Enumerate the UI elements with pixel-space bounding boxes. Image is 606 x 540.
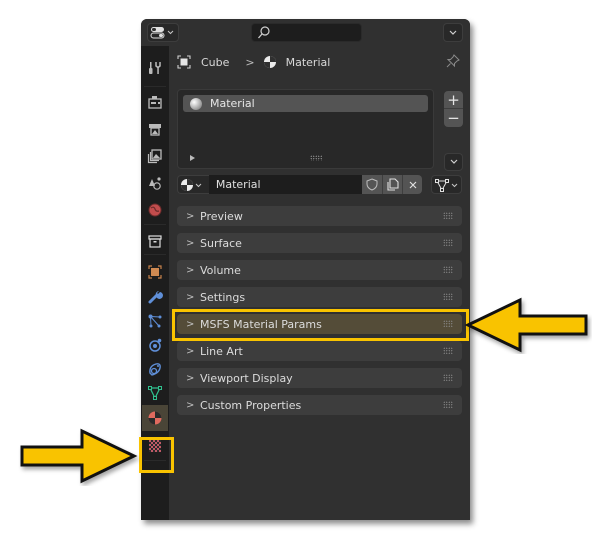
chevron-right-icon: > xyxy=(186,399,195,411)
properties-editor: Cube > Material Material + − Material > … xyxy=(141,19,470,520)
breadcrumb-separator: > xyxy=(245,55,255,69)
unlink-material-button[interactable] xyxy=(402,175,423,194)
view-layer-icon xyxy=(147,149,162,164)
panel-label: Volume xyxy=(200,263,241,277)
chevron-right-icon: > xyxy=(186,237,195,249)
panel-label: Line Art xyxy=(200,344,243,358)
tab-modifiers[interactable] xyxy=(141,285,169,309)
output-icon xyxy=(149,124,161,136)
chevron-right-icon: > xyxy=(186,372,195,384)
tab-render[interactable] xyxy=(141,90,169,114)
chevron-right-icon: > xyxy=(186,345,195,357)
drag-grip[interactable] xyxy=(443,266,453,273)
panel-custom-properties[interactable]: > Custom Properties xyxy=(177,395,462,415)
breadcrumb-object: Cube xyxy=(201,55,230,69)
tab-physics[interactable] xyxy=(141,333,169,357)
options-button[interactable] xyxy=(443,23,463,42)
material-sphere-icon xyxy=(190,97,202,110)
expand-triangle-icon[interactable] xyxy=(189,154,197,162)
panel-volume[interactable]: > Volume xyxy=(177,260,462,280)
tab-particles[interactable] xyxy=(141,309,169,333)
breadcrumb: Cube > Material xyxy=(177,52,338,72)
tab-collection[interactable] xyxy=(141,229,169,253)
annotation-arrow-left xyxy=(464,297,588,353)
tab-output[interactable] xyxy=(141,117,169,141)
link-mode-dropdown[interactable] xyxy=(431,175,462,194)
drag-grip[interactable] xyxy=(443,239,453,246)
chevron-right-icon: > xyxy=(186,210,195,222)
panel-preview[interactable]: > Preview xyxy=(177,206,462,226)
drag-grip[interactable] xyxy=(443,347,453,354)
world-icon xyxy=(148,203,162,217)
panel-line-art[interactable]: > Line Art xyxy=(177,341,462,361)
tab-view-layer[interactable] xyxy=(141,144,169,168)
highlight-material-tab xyxy=(139,437,174,473)
editor-type-button[interactable] xyxy=(147,23,179,42)
object-icon xyxy=(148,265,162,279)
material-slot-item[interactable]: Material xyxy=(183,95,428,112)
tab-constraints[interactable] xyxy=(141,357,169,381)
panel-settings[interactable]: > Settings xyxy=(177,287,462,307)
search-input[interactable] xyxy=(251,23,362,42)
new-material-button[interactable] xyxy=(382,175,403,194)
mesh-data-icon xyxy=(434,178,457,192)
properties-editor-icon xyxy=(150,27,174,39)
chevron-down-icon xyxy=(450,159,457,164)
object-icon xyxy=(177,55,191,69)
panel-surface[interactable]: > Surface xyxy=(177,233,462,253)
tab-world[interactable] xyxy=(141,198,169,222)
tab-material[interactable] xyxy=(142,405,168,431)
material-selector: Material xyxy=(177,175,423,194)
material-icon xyxy=(263,56,276,68)
panel-label: Surface xyxy=(200,236,242,250)
wrench-icon xyxy=(148,291,163,304)
material-icon xyxy=(181,178,202,191)
tab-object[interactable] xyxy=(141,260,169,284)
mesh-data-icon xyxy=(148,386,162,400)
drag-grip[interactable] xyxy=(443,293,453,300)
pin-button[interactable] xyxy=(446,54,460,68)
chevron-right-icon: > xyxy=(186,291,195,303)
panel-label: Preview xyxy=(200,209,243,223)
annotation-arrow-right xyxy=(20,428,138,484)
properties-content: Cube > Material Material + − Material > … xyxy=(169,46,470,520)
browse-material-button[interactable] xyxy=(177,175,209,194)
panel-viewport-display[interactable]: > Viewport Display xyxy=(177,368,462,388)
drag-grip[interactable] xyxy=(443,374,453,381)
add-slot-button[interactable]: + xyxy=(444,91,463,109)
editor-header xyxy=(141,19,470,46)
chevron-down-icon xyxy=(449,30,457,35)
shield-icon xyxy=(366,178,378,191)
close-icon xyxy=(409,181,416,188)
material-slot-label: Material xyxy=(210,97,255,110)
tool-icon xyxy=(149,62,161,74)
remove-slot-button[interactable]: − xyxy=(444,109,463,127)
pin-icon xyxy=(446,54,460,68)
drag-grip[interactable] xyxy=(443,401,453,408)
tab-tool[interactable] xyxy=(141,56,169,80)
fake-user-button[interactable] xyxy=(362,175,383,194)
material-icon xyxy=(148,411,162,425)
tab-data[interactable] xyxy=(141,381,169,405)
slot-specials-button[interactable] xyxy=(444,153,463,171)
panel-label: Settings xyxy=(200,290,246,304)
breadcrumb-material: Material xyxy=(285,55,331,69)
constraints-icon xyxy=(149,363,161,376)
physics-icon xyxy=(149,338,162,352)
material-name-field[interactable]: Material xyxy=(208,175,363,194)
duplicate-icon xyxy=(387,178,399,191)
search-icon xyxy=(258,26,270,39)
chevron-right-icon: > xyxy=(186,264,195,276)
material-slot-list: Material xyxy=(177,89,434,169)
drag-grip[interactable] xyxy=(443,212,453,219)
highlight-msfs-panel xyxy=(172,309,469,341)
scene-icon xyxy=(149,177,161,190)
particles-icon xyxy=(148,314,162,328)
panel-label: Viewport Display xyxy=(200,371,293,385)
resize-grip[interactable] xyxy=(310,155,322,161)
collection-icon xyxy=(148,235,162,248)
panel-label: Custom Properties xyxy=(200,398,302,412)
render-icon xyxy=(148,96,162,109)
tab-scene[interactable] xyxy=(141,171,169,195)
